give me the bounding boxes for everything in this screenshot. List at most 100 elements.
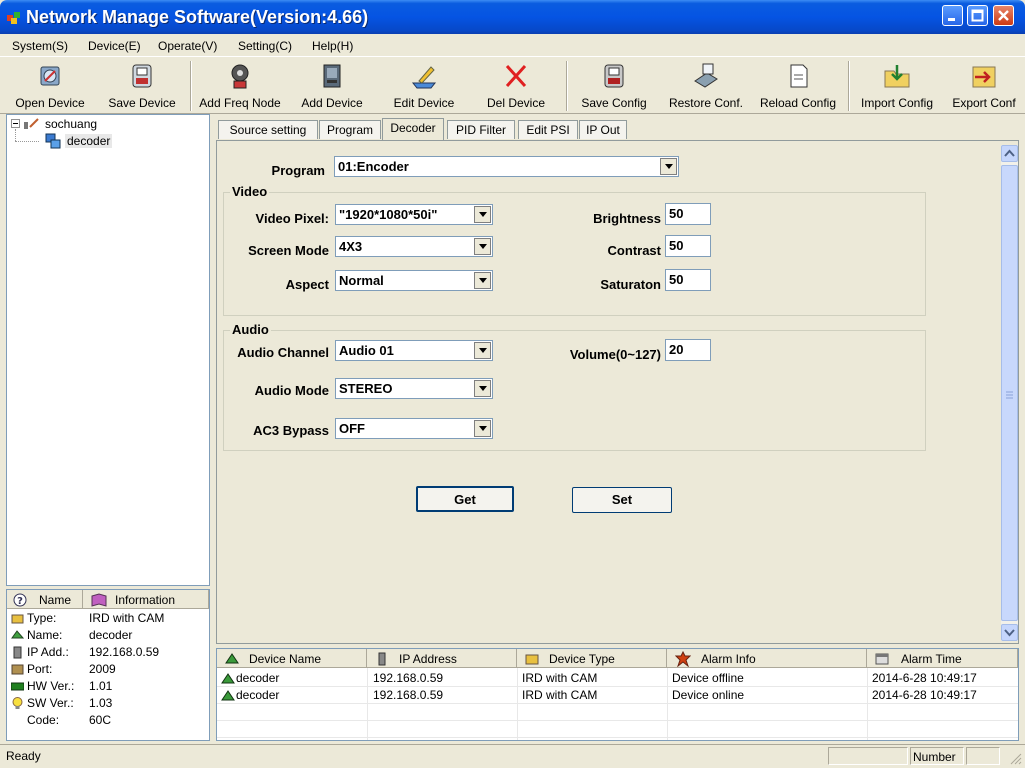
video-pixel-select[interactable]: "1920*1080*50i" [335,204,493,225]
status-text: Ready [6,749,41,763]
aspect-select[interactable]: Normal [335,270,493,291]
edit-device-button[interactable]: Edit Device [384,59,464,113]
tree-item-decoder[interactable]: decoder [65,134,113,148]
decoder-device-icon [45,133,61,149]
toolbar-label: Export Conf [952,96,1016,110]
tree-collapse-toggle[interactable] [11,119,20,128]
video-pixel-label: Video Pixel: [255,211,329,226]
audio-channel-select[interactable]: Audio 01 [335,340,493,361]
scroll-up-button[interactable] [1001,145,1018,162]
tab-program[interactable]: Program [319,120,381,139]
info-row-code: Code: 60C [27,713,112,727]
column-alarm-info[interactable]: Alarm Info [667,649,867,668]
menu-help[interactable]: Help(H) [312,39,353,53]
maximize-icon [971,9,984,22]
ac3-bypass-select[interactable]: OFF [335,418,493,439]
folder-icon [525,654,539,665]
export-config-button[interactable]: Export Conf [946,59,1022,113]
minimize-icon [948,18,955,21]
tab-ip-out[interactable]: IP Out [579,120,627,139]
maximize-button[interactable] [967,5,988,26]
menu-device[interactable]: Device(E) [88,39,141,53]
title-bar[interactable]: Network Manage Software(Version:4.66) [0,0,1025,34]
close-button[interactable] [993,5,1014,26]
del-device-button[interactable]: Del Device [476,59,556,113]
contrast-input[interactable]: 50 [665,235,711,257]
delete-icon [505,64,527,88]
toolbar-label: Restore Conf. [668,96,744,110]
hardware-icon [11,682,24,691]
info-row-sw-version: SW Ver.: 1.03 [11,696,207,713]
column-ip-address[interactable]: IP Address [367,649,517,668]
column-device-name[interactable]: Device Name [217,649,367,668]
screen-mode-select[interactable]: 4X3 [335,236,493,257]
info-header-name[interactable]: ? Name [7,590,83,609]
chevron-down-icon [660,158,677,175]
volume-input[interactable]: 20 [665,339,711,361]
tab-edit-psi[interactable]: Edit PSI [518,120,578,139]
audio-mode-select[interactable]: STEREO [335,378,493,399]
save-device-button[interactable]: Save Device [100,59,184,113]
scroll-down-button[interactable] [1001,624,1018,641]
get-button[interactable]: Get [416,486,514,512]
resize-grip-icon[interactable] [1008,751,1022,765]
toolbar-label: Del Device [486,96,546,110]
chevron-down-icon [474,342,491,359]
device-tree[interactable]: sochuang decoder [6,114,210,586]
tab-pid-filter[interactable]: PID Filter [447,120,515,139]
add-freq-node-icon [231,64,249,89]
toolbar-label: Save Config [581,96,647,110]
menu-bar: System(S) Device(E) Operate(V) Setting(C… [0,34,1025,56]
scroll-thumb[interactable] [1001,165,1018,621]
alarm-list[interactable]: Device Name IP Address Device Type Alarm… [216,648,1019,741]
device-status-icon [221,690,235,701]
program-select[interactable]: 01:Encoder [334,156,679,177]
lightbulb-icon [12,697,23,709]
info-header-information[interactable]: Information [83,590,209,609]
alarm-row[interactable]: decoder 192.168.0.59 IRD with CAM Device… [217,671,1018,688]
grid-line [217,737,1018,738]
column-device-type[interactable]: Device Type [517,649,667,668]
add-device-button[interactable]: Add Device [292,59,372,113]
menu-system[interactable]: System(S) [12,39,68,53]
book-icon [91,593,107,607]
open-device-icon [40,66,60,86]
menu-operate[interactable]: Operate(V) [158,39,217,53]
grip-icon [1006,391,1013,399]
device-info-panel: ? Name Information Type: IRD with CAM Nam… [6,589,210,741]
tree-line [15,129,17,141]
tab-decoder[interactable]: Decoder [382,118,444,140]
column-alarm-time[interactable]: Alarm Time [867,649,1018,668]
brightness-input[interactable]: 50 [665,203,711,225]
name-icon [11,630,24,639]
brightness-label: Brightness [593,211,661,226]
import-config-button[interactable]: Import Config [854,59,940,113]
saturation-input[interactable]: 50 [665,269,711,291]
toolbar-separator [190,61,192,111]
app-icon [6,9,22,25]
toolbar-separator [566,61,568,111]
restore-config-button[interactable]: Restore Conf. [664,59,748,113]
video-group-title: Video [230,184,270,199]
svg-text:?: ? [17,596,23,607]
menu-setting[interactable]: Setting(C) [238,39,292,53]
tab-source-setting[interactable]: Source setting [218,120,318,139]
ip-address-icon [13,646,22,659]
set-button[interactable]: Set [572,487,672,513]
edit-device-icon [411,66,437,89]
toolbar-label: Open Device [15,96,85,110]
tree-line [15,141,39,143]
alarm-icon [675,651,691,667]
alarm-row[interactable]: decoder 192.168.0.59 IRD with CAM Device… [217,688,1018,705]
save-config-button[interactable]: Save Config [574,59,654,113]
toolbar: Open Device Save Device Add Freq Node Ad… [0,56,1025,114]
chevron-down-icon [474,420,491,437]
minimize-button[interactable] [942,5,963,26]
open-device-button[interactable]: Open Device [8,59,92,113]
tree-root[interactable]: sochuang [45,117,97,131]
reload-config-button[interactable]: Reload Config [756,59,840,113]
chevron-down-icon [474,380,491,397]
vertical-scrollbar[interactable] [1001,145,1018,641]
add-freq-node-button[interactable]: Add Freq Node [196,59,284,113]
screen-mode-label: Screen Mode [248,243,329,258]
